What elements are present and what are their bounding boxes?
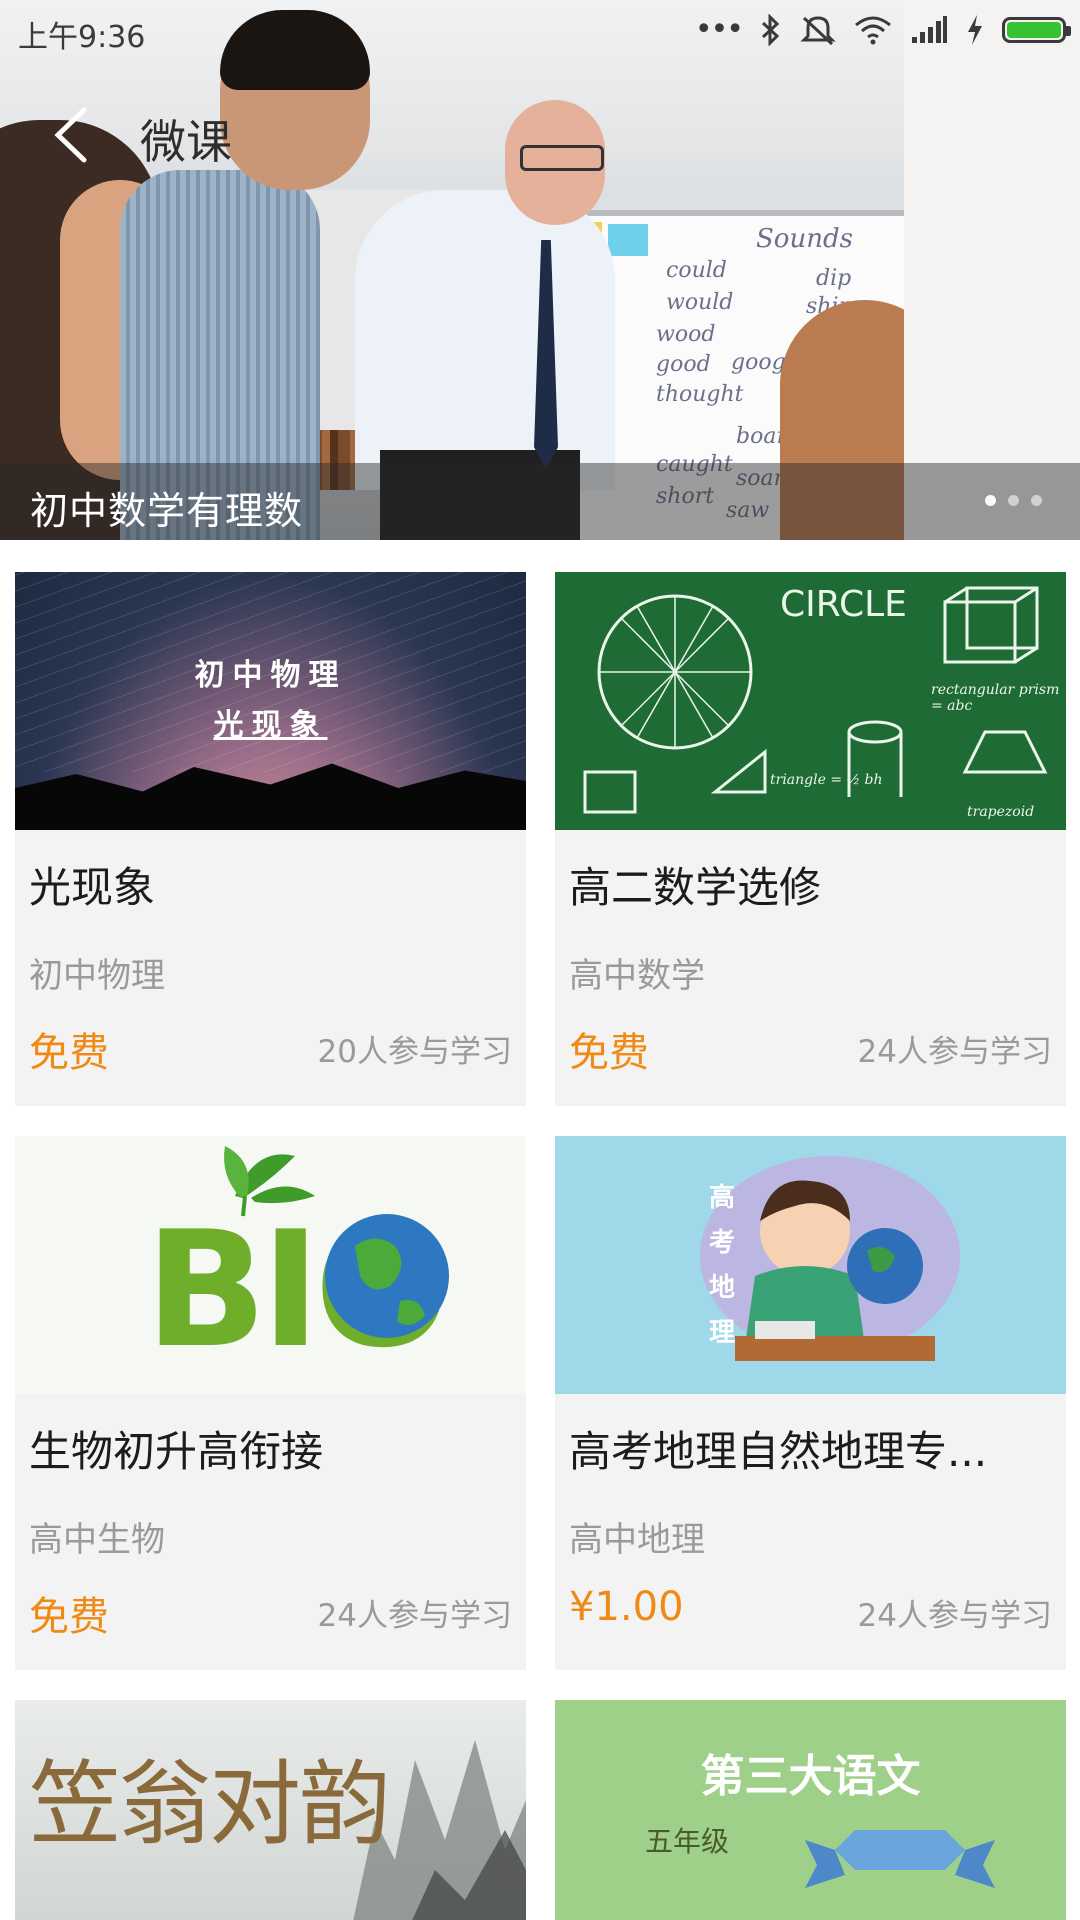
more-dots-icon: ••• bbox=[694, 12, 744, 47]
charging-icon bbox=[968, 14, 982, 45]
course-subject: 高中数学 bbox=[569, 956, 705, 996]
banner-carousel[interactable]: Sounds could would wood good google thou… bbox=[0, 0, 1080, 540]
course-card[interactable]: BIO 生物初升高衔接 高中生物 免费 24人参与学习 bbox=[15, 1136, 526, 1670]
signal-icon bbox=[912, 15, 947, 43]
course-grid: 初中物理 光现象 光现象 初中物理 免费 20人参与学习 CIRCLE rect… bbox=[15, 572, 1066, 1920]
back-button[interactable] bbox=[42, 100, 102, 170]
status-bar: 上午9:36 ••• bbox=[0, 0, 1080, 62]
course-price: 免费 bbox=[29, 1594, 109, 1640]
course-price: 免费 bbox=[569, 1030, 649, 1076]
course-card[interactable]: 初中物理 光现象 光现象 初中物理 免费 20人参与学习 bbox=[15, 572, 526, 1106]
course-title: 光现象 bbox=[29, 863, 156, 912]
board-word: could bbox=[666, 258, 727, 283]
course-thumbnail: BIO bbox=[15, 1136, 526, 1394]
course-thumbnail: 第三大语文 五年级 bbox=[555, 1700, 1066, 1920]
board-word: thought bbox=[656, 382, 744, 407]
course-thumbnail: 高考地理 bbox=[555, 1136, 1066, 1394]
course-thumbnail: 初中物理 光现象 bbox=[15, 572, 526, 830]
course-participants: 24人参与学习 bbox=[857, 1034, 1052, 1070]
course-title: 生物初升高衔接 bbox=[29, 1427, 324, 1476]
course-price: ¥1.00 bbox=[569, 1584, 684, 1630]
mute-vibrate-icon bbox=[800, 15, 836, 45]
course-subject: 初中物理 bbox=[29, 956, 165, 996]
wifi-icon bbox=[855, 16, 891, 44]
carousel-indicator bbox=[985, 495, 1042, 506]
board-word: Sounds bbox=[756, 224, 853, 254]
course-participants: 20人参与学习 bbox=[317, 1034, 512, 1070]
course-card[interactable]: CIRCLE rectangular prism = abc triangle … bbox=[555, 572, 1066, 1106]
banner-caption: 初中数学有理数 bbox=[30, 489, 304, 533]
status-time: 上午9:36 bbox=[18, 20, 146, 55]
battery-icon bbox=[1002, 16, 1071, 43]
course-subject: 高中地理 bbox=[569, 1520, 705, 1560]
course-title: 高二数学选修 bbox=[569, 863, 822, 912]
course-price: 免费 bbox=[29, 1030, 109, 1076]
course-participants: 24人参与学习 bbox=[857, 1598, 1052, 1634]
course-thumbnail: CIRCLE rectangular prism = abc triangle … bbox=[555, 572, 1066, 830]
bluetooth-icon bbox=[761, 13, 780, 46]
chevron-left-icon bbox=[54, 107, 87, 163]
board-word: good bbox=[656, 352, 711, 377]
course-thumbnail: 笠翁对韵 bbox=[15, 1700, 526, 1920]
banner-image-classroom[interactable]: Sounds could would wood good google thou… bbox=[0, 0, 950, 540]
course-card[interactable]: 高考地理 高考地理自然地理专... 高中地理 ¥1.00 24人参与学习 bbox=[555, 1136, 1066, 1670]
course-title: 高考地理自然地理专... bbox=[569, 1427, 988, 1476]
course-subject: 高中生物 bbox=[29, 1520, 165, 1560]
carousel-dot-active bbox=[985, 495, 996, 506]
course-card[interactable]: 笠翁对韵 bbox=[15, 1700, 526, 1920]
course-card[interactable]: 第三大语文 五年级 bbox=[555, 1700, 1066, 1920]
carousel-dot bbox=[1008, 495, 1019, 506]
board-word: dip bbox=[816, 266, 852, 291]
page-title: 微课 bbox=[140, 115, 232, 169]
board-word: wood bbox=[656, 322, 716, 347]
carousel-dot bbox=[1031, 495, 1042, 506]
board-word: would bbox=[666, 290, 734, 315]
course-participants: 24人参与学习 bbox=[317, 1598, 512, 1634]
banner-image-next-preview[interactable] bbox=[904, 0, 1080, 540]
